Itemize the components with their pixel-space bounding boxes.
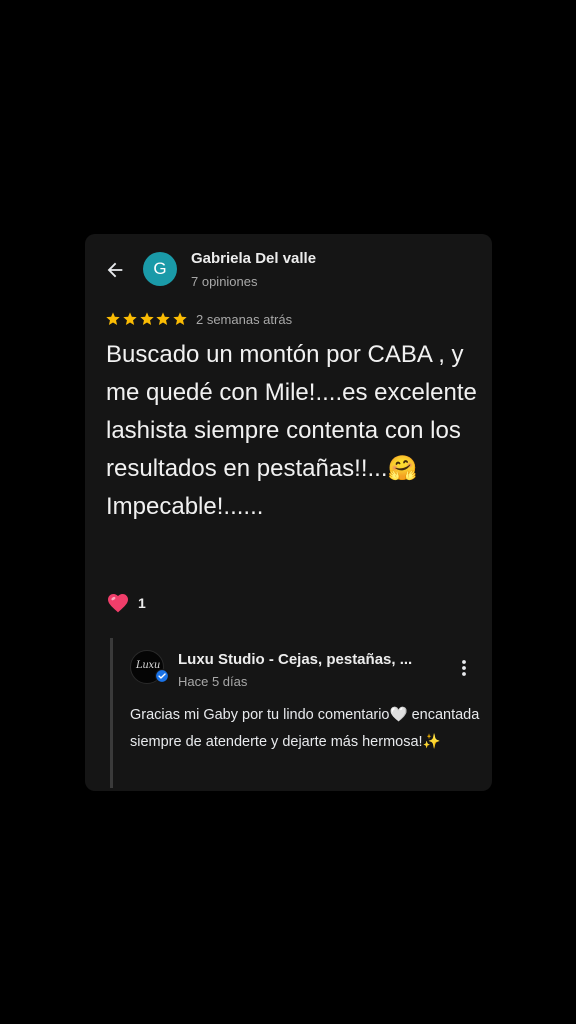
star-icon [156,312,171,325]
reaction-button[interactable]: 1 [106,591,146,615]
reply-text: Gracias mi Gaby por tu lindo comentario🤍… [130,707,480,750]
reviewer-avatar[interactable]: G [143,252,177,286]
review-time: 2 semanas atrás [195,311,293,327]
avatar-letter: G [153,259,167,278]
star-icon [173,312,187,325]
more-options-button[interactable] [454,656,474,680]
back-button[interactable] [103,258,127,282]
heart-icon [108,594,128,613]
reaction-count: 1 [138,595,146,611]
arrow-left-icon [107,262,123,278]
review-text: Buscado un montón por CABA , y me quedé … [106,341,477,520]
verified-check-icon [155,669,169,683]
reviewer-name[interactable]: Gabriela Del valle [191,250,316,267]
reviewer-review-count: 7 opiniones [191,274,258,289]
star-rating [105,311,189,327]
owner-name[interactable]: Luxu Studio - Cejas, pestañas, ... [178,651,412,668]
star-icon [106,312,120,325]
rating-row: 2 semanas atrás [105,310,292,328]
more-vertical-icon [462,660,466,676]
owner-reply: Luxu Luxu Studio - Cejas, pestañas, ... … [110,638,483,788]
star-icon [139,312,154,325]
star-icon [123,312,137,325]
reply-time: Hace 5 días [178,674,248,689]
review-card: G Gabriela Del valle 7 opiniones 2 seman… [85,234,492,791]
